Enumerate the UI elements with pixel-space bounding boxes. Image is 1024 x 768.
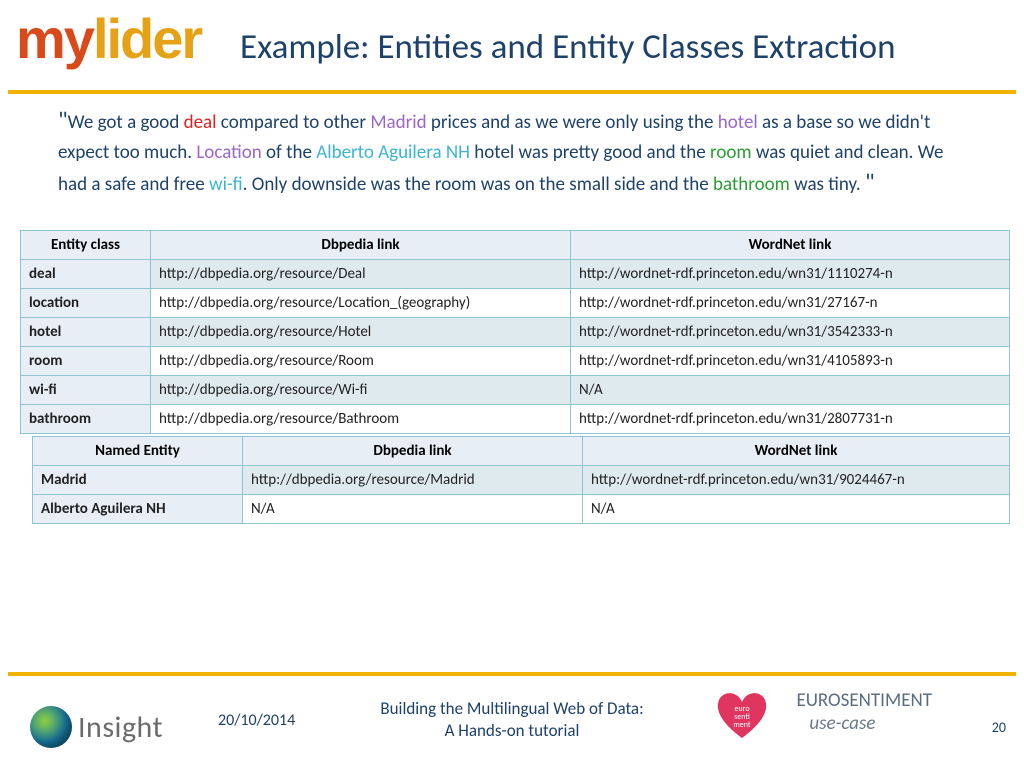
cell-wordnet: http://wordnet-rdf.princeton.edu/wn31/41… [571, 347, 1010, 376]
eurosentiment-heart-icon: eurosentiment [710, 686, 774, 742]
cell-label: bathroom [21, 405, 151, 434]
cell-wordnet: http://wordnet-rdf.princeton.edu/wn31/27… [571, 289, 1010, 318]
th-entity-class: Entity class [21, 231, 151, 260]
cell-dbpedia: http://dbpedia.org/resource/Bathroom [151, 405, 571, 434]
cell-dbpedia: N/A [243, 495, 583, 524]
divider-top [8, 90, 1016, 94]
entity-location: Location [196, 141, 261, 164]
entity-madrid: Madrid [370, 111, 426, 134]
th-wordnet2: WordNet link [583, 437, 1010, 466]
cell-dbpedia: http://dbpedia.org/resource/Hotel [151, 318, 571, 347]
logo-part1: my [16, 7, 93, 70]
footer: Insight 20/10/2014 Building the Multilin… [0, 682, 1024, 760]
cell-label: wi-fi [21, 376, 151, 405]
logo-part2: lider [93, 7, 201, 70]
tables-container: Entity class Dbpedia link WordNet link d… [20, 230, 1010, 524]
svg-text:ment: ment [733, 720, 751, 730]
cell-wordnet: http://wordnet-rdf.princeton.edu/wn31/11… [571, 260, 1010, 289]
slide-title: Example: Entities and Entity Classes Ext… [240, 26, 896, 68]
cell-wordnet: N/A [583, 495, 1010, 524]
entity-deal: deal [184, 111, 217, 134]
entity-alberto: Alberto Aguilera NH [316, 141, 470, 164]
insight-text: Insight [78, 709, 163, 746]
entity-hotel: hotel [718, 111, 758, 134]
insight-logo: Insight [30, 706, 163, 748]
entity-room: room [710, 141, 752, 164]
cell-label: room [21, 347, 151, 376]
cell-label: hotel [21, 318, 151, 347]
th-dbpedia2: Dbpedia link [243, 437, 583, 466]
entity-bathroom: bathroom [713, 173, 790, 196]
cell-dbpedia: http://dbpedia.org/resource/Location_(ge… [151, 289, 571, 318]
cell-label: location [21, 289, 151, 318]
cell-label: deal [21, 260, 151, 289]
divider-bottom [8, 672, 1016, 676]
globe-icon [30, 706, 72, 748]
page-number: 20 [992, 719, 1006, 736]
cell-dbpedia: http://dbpedia.org/resource/Wi-fi [151, 376, 571, 405]
cell-label: Alberto Aguilera NH [33, 495, 243, 524]
entity-class-table: Entity class Dbpedia link WordNet link d… [20, 230, 1010, 434]
review-text: "We got a good deal compared to other Ma… [58, 104, 968, 201]
th-dbpedia: Dbpedia link [151, 231, 571, 260]
cell-dbpedia: http://dbpedia.org/resource/Madrid [243, 466, 583, 495]
cell-label: Madrid [33, 466, 243, 495]
entity-wifi: wi-fi [209, 173, 243, 196]
cell-wordnet: N/A [571, 376, 1010, 405]
cell-dbpedia: http://dbpedia.org/resource/Deal [151, 260, 571, 289]
th-wordnet: WordNet link [571, 231, 1010, 260]
eurosentiment-label: EUROSENTIMENT use-case [796, 690, 932, 736]
cell-wordnet: http://wordnet-rdf.princeton.edu/wn31/90… [583, 466, 1010, 495]
cell-dbpedia: http://dbpedia.org/resource/Room [151, 347, 571, 376]
slide-date: 20/10/2014 [218, 711, 295, 730]
logo: mylider [16, 6, 201, 71]
th-named-entity: Named Entity [33, 437, 243, 466]
slide-subtitle: Building the Multilingual Web of Data: A… [330, 698, 694, 742]
cell-wordnet: http://wordnet-rdf.princeton.edu/wn31/35… [571, 318, 1010, 347]
named-entity-table: Named Entity Dbpedia link WordNet link M… [32, 436, 1010, 524]
cell-wordnet: http://wordnet-rdf.princeton.edu/wn31/28… [571, 405, 1010, 434]
